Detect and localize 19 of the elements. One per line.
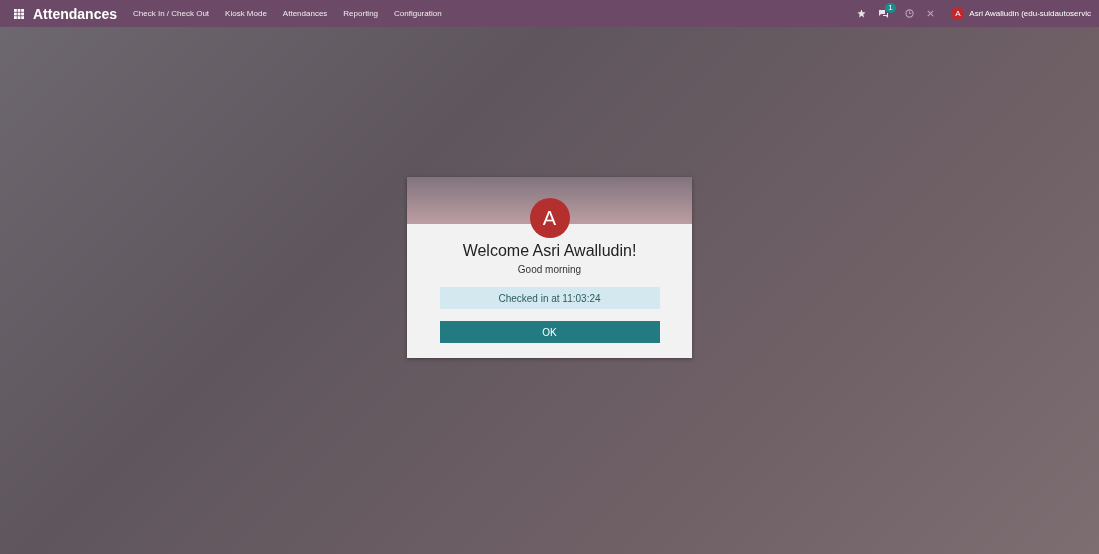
menu-item[interactable]: Reporting [343,9,379,18]
check-in-status: Checked in at 11:03:24 [439,287,660,309]
apps-grid-icon[interactable] [14,8,24,19]
notification-badge: 1 [885,3,896,13]
chat-icon[interactable] [878,9,890,18]
employee-avatar: A [529,198,570,238]
app-title: Attendances [33,5,118,22]
welcome-title: Welcome Asri Awalludin! [462,242,637,260]
user-avatar[interactable]: A [951,7,965,20]
user-name[interactable]: Asri Awalludin (edu-suidautoservic [969,9,1091,18]
star-icon[interactable] [857,9,867,18]
ok-button[interactable]: OK [439,321,660,343]
menu-item[interactable]: Configuration [394,9,442,18]
menu-item[interactable]: Check In / Check Out [133,9,210,18]
menu-item[interactable]: Attendances [282,9,328,18]
clock-icon[interactable] [905,9,915,18]
greeting-text: Good morning [517,264,582,275]
close-icon[interactable] [926,9,936,18]
menu-item[interactable]: Kiosk Mode [225,9,267,18]
